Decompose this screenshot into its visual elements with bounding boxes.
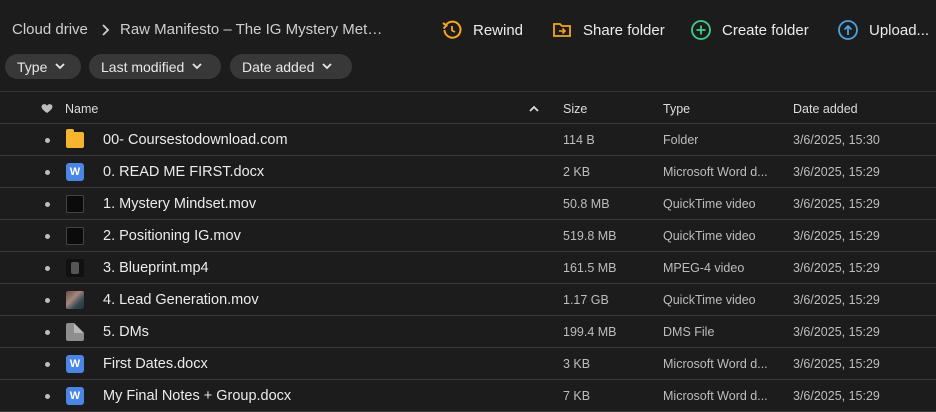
top-bar: Cloud drive Raw Manifesto – The IG Myste… xyxy=(0,0,936,58)
row-status-dot xyxy=(45,266,50,271)
file-table: Name Size Type Date added 00- Coursestod… xyxy=(0,91,936,412)
file-size: 199.4 MB xyxy=(563,325,617,339)
file-name: 0. READ ME FIRST.docx xyxy=(103,164,265,180)
share-folder-label: Share folder xyxy=(583,21,665,39)
last-modified-filter-chip[interactable]: Last modified xyxy=(89,54,221,79)
file-size: 1.17 GB xyxy=(563,293,609,307)
column-header-type[interactable]: Type xyxy=(663,102,690,116)
last-modified-filter-label: Last modified xyxy=(101,58,185,75)
file-size: 3 KB xyxy=(563,357,591,371)
file-type: Microsoft Word d... xyxy=(663,357,768,371)
file-name: 5. DMs xyxy=(103,324,149,340)
file-type: Folder xyxy=(663,133,699,147)
file-type: QuickTime video xyxy=(663,293,756,307)
file-name: My Final Notes + Group.docx xyxy=(103,388,292,404)
row-status-dot xyxy=(45,170,50,175)
file-size: 7 KB xyxy=(563,389,591,403)
file-date-added: 3/6/2025, 15:29 xyxy=(793,197,880,211)
file-type: Microsoft Word d... xyxy=(663,165,768,179)
table-row[interactable]: 1. Mystery Mindset.mov 50.8 MB QuickTime… xyxy=(0,188,936,220)
file-size: 2 KB xyxy=(563,165,591,179)
file-name: 00- Coursestodownload.com xyxy=(103,132,288,148)
table-row[interactable]: W 0. READ ME FIRST.docx 2 KB Microsoft W… xyxy=(0,156,936,188)
column-header-name[interactable]: Name xyxy=(65,102,98,116)
file-type: DMS File xyxy=(663,325,715,339)
word-doc-icon: W xyxy=(66,355,84,373)
table-row[interactable]: 4. Lead Generation.mov 1.17 GB QuickTime… xyxy=(0,284,936,316)
date-added-filter-chip[interactable]: Date added xyxy=(230,54,352,79)
file-date-added: 3/6/2025, 15:29 xyxy=(793,357,880,371)
chevron-down-icon xyxy=(322,63,333,70)
upload-button[interactable]: Upload... xyxy=(837,16,929,44)
video-thumbnail-icon xyxy=(66,227,84,245)
file-name: First Dates.docx xyxy=(103,356,208,372)
table-row[interactable]: W First Dates.docx 3 KB Microsoft Word d… xyxy=(0,348,936,380)
share-folder-button[interactable]: Share folder xyxy=(551,16,665,44)
row-status-dot xyxy=(45,394,50,399)
sort-ascending-icon[interactable] xyxy=(529,105,539,112)
table-header: Name Size Type Date added xyxy=(0,91,936,124)
file-name: 3. Blueprint.mp4 xyxy=(103,260,209,276)
file-name: 1. Mystery Mindset.mov xyxy=(103,196,257,212)
file-date-added: 3/6/2025, 15:29 xyxy=(793,261,880,275)
column-header-date-added[interactable]: Date added xyxy=(793,102,858,116)
file-date-added: 3/6/2025, 15:30 xyxy=(793,133,880,147)
file-size: 161.5 MB xyxy=(563,261,617,275)
date-added-filter-label: Date added xyxy=(242,58,315,75)
folder-icon xyxy=(66,129,84,148)
row-status-dot xyxy=(45,202,50,207)
file-date-added: 3/6/2025, 15:29 xyxy=(793,325,880,339)
video-thumbnail-icon xyxy=(66,259,84,277)
file-size: 114 B xyxy=(563,133,595,147)
create-folder-button[interactable]: Create folder xyxy=(690,16,809,44)
table-row[interactable]: 3. Blueprint.mp4 161.5 MB MPEG-4 video 3… xyxy=(0,252,936,284)
create-folder-label: Create folder xyxy=(722,21,809,39)
file-date-added: 3/6/2025, 15:29 xyxy=(793,229,880,243)
table-row[interactable]: 5. DMs 199.4 MB DMS File 3/6/2025, 15:29 xyxy=(0,316,936,348)
rewind-icon xyxy=(442,20,462,39)
file-type: Microsoft Word d... xyxy=(663,389,768,403)
rewind-label: Rewind xyxy=(473,21,524,39)
word-doc-icon: W xyxy=(66,387,84,405)
table-row[interactable]: 2. Positioning IG.mov 519.8 MB QuickTime… xyxy=(0,220,936,252)
chevron-down-icon xyxy=(55,63,65,70)
column-header-size[interactable]: Size xyxy=(563,102,587,116)
row-status-dot xyxy=(45,330,50,335)
file-name: 4. Lead Generation.mov xyxy=(103,292,259,308)
table-row[interactable]: W My Final Notes + Group.docx 7 KB Micro… xyxy=(0,380,936,412)
generic-file-icon xyxy=(66,323,84,341)
video-thumbnail-icon xyxy=(66,291,84,309)
file-date-added: 3/6/2025, 15:29 xyxy=(793,293,880,307)
breadcrumb-root[interactable]: Cloud drive xyxy=(12,21,88,38)
video-thumbnail-icon xyxy=(66,195,84,213)
file-date-added: 3/6/2025, 15:29 xyxy=(793,389,880,403)
file-date-added: 3/6/2025, 15:29 xyxy=(793,165,880,179)
file-name: 2. Positioning IG.mov xyxy=(103,228,241,244)
row-status-dot xyxy=(45,362,50,367)
type-filter-label: Type xyxy=(17,58,48,75)
file-type: QuickTime video xyxy=(663,229,756,243)
type-filter-chip[interactable]: Type xyxy=(5,54,81,79)
file-size: 519.8 MB xyxy=(563,229,617,243)
heart-icon[interactable] xyxy=(41,103,53,114)
row-status-dot xyxy=(45,138,50,143)
upload-label: Upload... xyxy=(869,21,930,39)
breadcrumb-current[interactable]: Raw Manifesto – The IG Mystery Meth... xyxy=(120,21,386,38)
share-folder-icon xyxy=(553,23,571,37)
file-type: QuickTime video xyxy=(663,197,756,211)
table-row[interactable]: 00- Coursestodownload.com 114 B Folder 3… xyxy=(0,124,936,156)
chevron-right-icon xyxy=(102,24,110,36)
word-doc-icon: W xyxy=(66,163,84,181)
file-size: 50.8 MB xyxy=(563,197,610,211)
row-status-dot xyxy=(45,234,50,239)
file-type: MPEG-4 video xyxy=(663,261,745,275)
rewind-button[interactable]: Rewind xyxy=(441,16,523,44)
row-status-dot xyxy=(45,298,50,303)
upload-icon xyxy=(838,20,858,40)
chevron-down-icon xyxy=(192,63,202,70)
filter-bar: Type Last modified Date added xyxy=(0,54,936,80)
plus-circle-icon xyxy=(691,20,711,40)
